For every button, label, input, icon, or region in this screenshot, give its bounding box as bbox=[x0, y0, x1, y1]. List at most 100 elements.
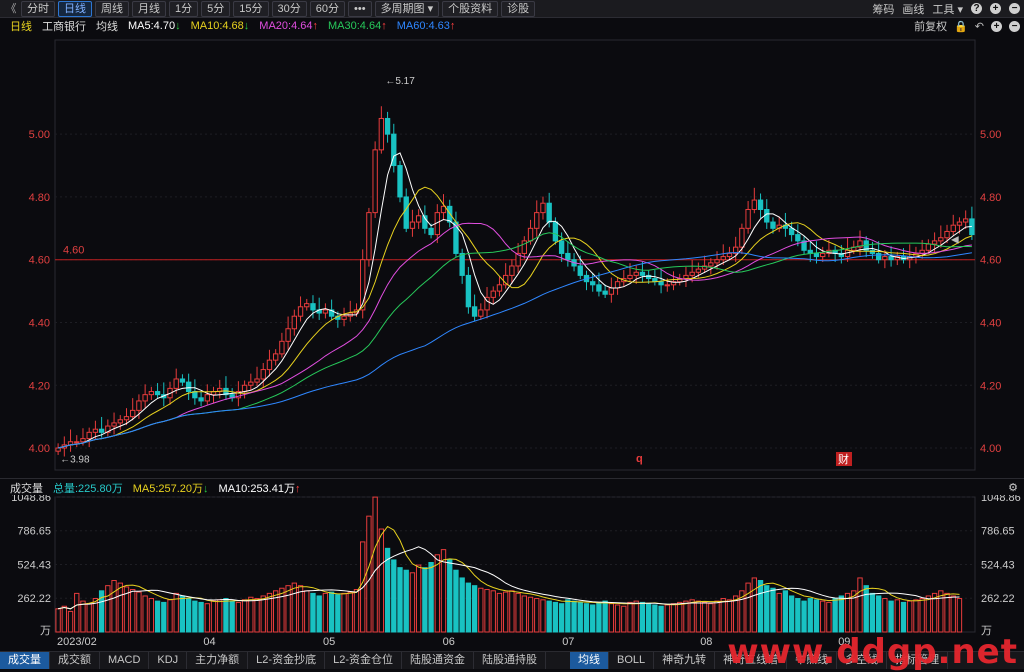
volume-bar bbox=[776, 592, 782, 633]
volume-bar bbox=[490, 590, 496, 633]
price-chart[interactable]: 5.00 5.00 4.80 4.80 4.60 4.60 4.40 4.40 4.20 4.20… bbox=[0, 0, 1024, 478]
indicator-tab-7[interactable]: 陆股通资金 bbox=[402, 652, 474, 669]
candle-body bbox=[745, 208, 751, 229]
volume-bar bbox=[273, 590, 279, 633]
volume-ma5-line bbox=[57, 525, 960, 610]
volume-bar bbox=[341, 592, 347, 633]
volume-bar bbox=[260, 595, 266, 633]
plot-frame bbox=[54, 39, 976, 471]
volume-bar bbox=[558, 603, 565, 633]
indicator-tab-8[interactable]: 陆股通持股 bbox=[474, 652, 546, 669]
volume-bar bbox=[409, 572, 416, 633]
candle-body bbox=[565, 252, 571, 261]
candle-body bbox=[770, 221, 776, 229]
candle-body bbox=[820, 252, 826, 258]
candle-body bbox=[527, 227, 534, 242]
candle-body bbox=[173, 378, 179, 389]
candle-body bbox=[540, 202, 546, 214]
candle-body bbox=[596, 284, 602, 292]
event-marker-finance: 财 bbox=[838, 452, 849, 466]
volume-chart[interactable]: 1048.86 1048.86 786.65 786.65 524.43 524.43 26… bbox=[0, 495, 1024, 651]
ma30-line bbox=[57, 232, 972, 449]
price-tick-right: 4.60 bbox=[980, 255, 1001, 267]
price-tick-left: 4.80 bbox=[29, 192, 50, 204]
candle-body bbox=[708, 262, 714, 267]
indicator-tab-4[interactable]: 主力净额 bbox=[187, 652, 249, 669]
candle-body bbox=[142, 394, 148, 402]
overlay-tab-1[interactable]: BOLL bbox=[609, 652, 655, 669]
volume-bar bbox=[733, 595, 739, 633]
candle-body bbox=[285, 328, 291, 342]
volume-bar bbox=[701, 601, 708, 633]
candle-body bbox=[614, 281, 621, 289]
candle-body bbox=[384, 117, 391, 135]
volume-bar bbox=[683, 600, 689, 633]
indicator-tab-5[interactable]: L2-资金抄底 bbox=[248, 652, 326, 669]
volume-bar bbox=[434, 554, 440, 633]
volume-bar bbox=[751, 577, 757, 633]
volume-bar bbox=[347, 591, 353, 633]
volume-bar bbox=[204, 603, 210, 633]
volume-bar bbox=[726, 599, 733, 633]
high-label: ←5.17 bbox=[385, 76, 415, 87]
volume-tick-right: 786.65 bbox=[981, 526, 1015, 538]
volume-bar bbox=[279, 587, 285, 633]
candle-body bbox=[98, 428, 105, 433]
candle-body bbox=[260, 369, 266, 380]
candle-body bbox=[273, 353, 279, 361]
volume-bar bbox=[950, 595, 956, 633]
price-tick-left: 4.20 bbox=[29, 380, 50, 392]
volume-tick-left: 1048.86 bbox=[11, 495, 51, 504]
volume-bar bbox=[645, 603, 652, 633]
volume-bar bbox=[913, 599, 919, 633]
volume-bar bbox=[74, 592, 80, 633]
volume-bar bbox=[198, 601, 204, 633]
volume-bar bbox=[907, 600, 913, 633]
indicator-tab-2[interactable]: MACD bbox=[100, 652, 150, 669]
volume-bar bbox=[546, 600, 552, 633]
volume-bar bbox=[241, 599, 248, 633]
candle-body bbox=[944, 230, 950, 239]
volume-bar bbox=[223, 598, 229, 633]
volume-bar bbox=[335, 594, 341, 633]
volume-bar bbox=[471, 585, 478, 633]
indicator-tab-3[interactable]: KDJ bbox=[149, 652, 188, 669]
indicator-tab-0[interactable]: 成交量 bbox=[0, 652, 50, 669]
overlay-tab-0[interactable]: 均线 bbox=[569, 652, 609, 669]
volume-bar bbox=[503, 591, 509, 633]
volume-settings-icon[interactable]: ⚙ bbox=[1008, 481, 1018, 494]
volume-bar bbox=[154, 600, 161, 633]
candle-body bbox=[882, 256, 888, 261]
volume-bar bbox=[378, 528, 385, 633]
volume-bar bbox=[801, 600, 807, 633]
candle-body bbox=[415, 215, 422, 223]
candle-body bbox=[117, 419, 123, 424]
x-axis-label: 04 bbox=[203, 636, 215, 648]
volume-bar bbox=[552, 601, 559, 633]
volume-bar bbox=[894, 599, 900, 633]
volume-bar bbox=[285, 585, 291, 633]
volume-bar bbox=[55, 608, 61, 633]
candle-body bbox=[627, 274, 633, 280]
candle-body bbox=[739, 227, 745, 248]
candle-body bbox=[546, 202, 552, 223]
volume-bar bbox=[689, 599, 695, 633]
volume-bar bbox=[788, 595, 795, 633]
candle-body bbox=[757, 199, 764, 210]
candle-body bbox=[496, 284, 503, 292]
candle-body bbox=[366, 212, 372, 261]
candle-body bbox=[577, 265, 583, 276]
candle-body bbox=[558, 240, 565, 254]
volume-bar bbox=[664, 604, 670, 633]
volume-bar bbox=[391, 559, 397, 633]
x-axis-label: 2023/02 bbox=[57, 636, 97, 648]
volume-bar bbox=[745, 582, 751, 633]
indicator-tab-1[interactable]: 成交额 bbox=[50, 652, 100, 669]
overlay-tab-2[interactable]: 神奇九转 bbox=[654, 652, 716, 669]
candle-body bbox=[664, 284, 670, 287]
volume-bar bbox=[403, 569, 409, 633]
indicator-tab-6[interactable]: L2-资金仓位 bbox=[325, 652, 402, 669]
price-tick-right: 5.00 bbox=[980, 129, 1001, 141]
volume-bar bbox=[130, 589, 136, 633]
volume-bar bbox=[291, 582, 298, 633]
